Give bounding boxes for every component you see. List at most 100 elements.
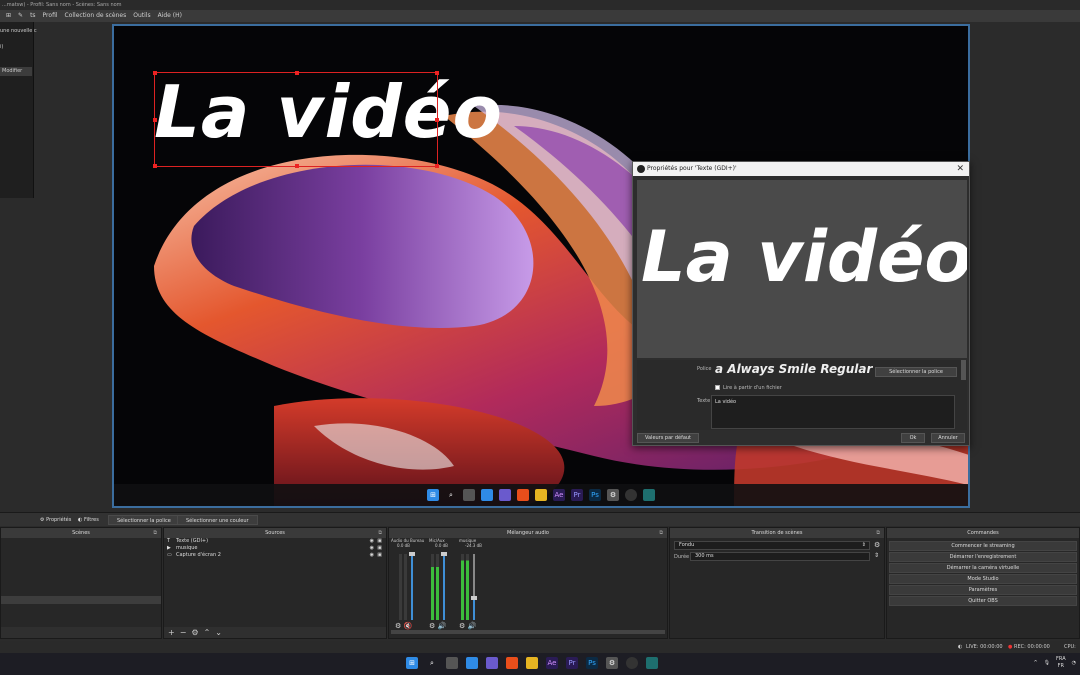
properties-button[interactable]: ⚙ Propriétés bbox=[40, 515, 71, 525]
menu-item-partial[interactable]: ts bbox=[30, 10, 35, 22]
source-item[interactable]: ▶ musique ◉ ▣ bbox=[164, 545, 386, 552]
select-font-button[interactable]: Sélectionner la police bbox=[875, 367, 957, 377]
scene-item-selected[interactable] bbox=[1, 596, 161, 604]
resize-handle[interactable] bbox=[295, 164, 299, 168]
tray-chevron-icon[interactable]: ^ bbox=[1033, 660, 1037, 666]
move-down-icon[interactable]: ⌄ bbox=[215, 628, 222, 637]
search-icon[interactable]: ⌕ bbox=[426, 657, 438, 669]
studio-mode-button[interactable]: Mode Studio bbox=[889, 574, 1077, 584]
resize-handle[interactable] bbox=[435, 118, 439, 122]
eye-icon[interactable]: ◉ bbox=[370, 552, 374, 559]
close-icon[interactable]: ✕ bbox=[956, 162, 964, 176]
muted-speaker-icon[interactable]: 🔇 bbox=[404, 622, 413, 630]
remove-icon[interactable]: − bbox=[180, 628, 187, 637]
photoshop-icon[interactable]: Ps bbox=[586, 657, 598, 669]
scenes-list[interactable] bbox=[1, 538, 161, 638]
undock-icon[interactable]: ⧉ bbox=[876, 528, 880, 538]
lock-icon[interactable]: ▣ bbox=[377, 538, 382, 545]
widgets-icon[interactable] bbox=[466, 657, 478, 669]
resize-handle[interactable] bbox=[153, 164, 157, 168]
cancel-button[interactable]: Annuler bbox=[931, 433, 965, 443]
eye-icon[interactable]: ◉ bbox=[370, 545, 374, 552]
spin-icon[interactable]: ⇕ bbox=[874, 552, 879, 559]
task-view-icon[interactable] bbox=[446, 657, 458, 669]
menu-icon-2[interactable]: ✎ bbox=[18, 10, 23, 22]
gear-icon[interactable]: ⚙ bbox=[191, 628, 198, 637]
mixer-scrollbar[interactable] bbox=[391, 630, 665, 634]
language-indicator[interactable]: FRA FR bbox=[1056, 656, 1066, 670]
select-color-button[interactable]: Sélectionner une couleur bbox=[177, 515, 258, 525]
start-virtual-camera-button[interactable]: Démarrer la caméra virtuelle bbox=[889, 563, 1077, 573]
undock-icon[interactable]: ⧉ bbox=[659, 528, 663, 538]
transition-select[interactable]: Fondu ⇕ bbox=[674, 541, 870, 550]
brave-icon[interactable] bbox=[506, 657, 518, 669]
volume-slider[interactable] bbox=[411, 554, 413, 620]
add-icon[interactable]: + bbox=[168, 628, 175, 637]
source-item[interactable]: T Texte (GDI+) ◉ ▣ bbox=[164, 538, 386, 545]
gear-icon[interactable]: ⚙ bbox=[429, 622, 435, 630]
speaker-icon[interactable]: 🔊 bbox=[438, 622, 447, 630]
eye-icon[interactable]: ◉ bbox=[370, 538, 374, 545]
resize-handle[interactable] bbox=[153, 71, 157, 75]
gear-icon[interactable]: ⚙ bbox=[874, 541, 880, 549]
transitions-dock: Transition de scènes ⧉ Fondu ⇕ ⚙ Durée 300… bbox=[669, 527, 885, 639]
volume-knob[interactable] bbox=[441, 552, 447, 556]
volume-slider[interactable] bbox=[443, 554, 445, 620]
menu-item-scene-collection[interactable]: Collection de scènes bbox=[65, 10, 127, 22]
terminal-icon[interactable] bbox=[646, 657, 658, 669]
gear-icon[interactable]: ⚙ bbox=[395, 622, 401, 630]
start-recording-button[interactable]: Démarrer l'enregistrement bbox=[889, 552, 1077, 562]
resize-handle[interactable] bbox=[295, 71, 299, 75]
scrollbar[interactable] bbox=[961, 360, 966, 380]
after-effects-icon[interactable]: Ae bbox=[546, 657, 558, 669]
duration-input[interactable]: 300 ms bbox=[690, 552, 870, 561]
folder-icon bbox=[535, 489, 547, 501]
duration-label: Durée bbox=[674, 554, 690, 560]
volume-slider[interactable] bbox=[473, 554, 475, 620]
modify-button[interactable]: Modifier bbox=[0, 67, 32, 76]
filters-button[interactable]: ◐ Filtres bbox=[78, 515, 99, 525]
undock-icon[interactable]: ⧉ bbox=[378, 528, 382, 538]
dialog-titlebar: Propriétés pour 'Texte (GDI+)' ✕ bbox=[633, 162, 969, 176]
settings-button[interactable]: Paramètres bbox=[889, 585, 1077, 595]
network-icon[interactable]: ◔ bbox=[1072, 660, 1076, 666]
live-status: LIVE: 00:00:00 bbox=[966, 644, 1003, 650]
windows-start-icon[interactable]: ⊞ bbox=[406, 657, 418, 669]
lock-icon[interactable]: ▣ bbox=[377, 552, 382, 559]
settings-icon[interactable]: ⚙ bbox=[606, 657, 618, 669]
exit-button[interactable]: Quitter OBS bbox=[889, 596, 1077, 606]
speaker-icon[interactable]: 🔊 bbox=[468, 622, 477, 630]
selection-box[interactable] bbox=[153, 71, 439, 168]
lang-top: FRA bbox=[1056, 656, 1066, 662]
resize-handle[interactable] bbox=[435, 164, 439, 168]
gear-icon[interactable]: ⚙ bbox=[459, 622, 465, 630]
microphone-icon[interactable]: 🎙 bbox=[1044, 660, 1050, 666]
resize-handle[interactable] bbox=[153, 118, 157, 122]
task-view-icon bbox=[463, 489, 475, 501]
left-dock-text: une nouvelle c bbox=[0, 28, 37, 34]
toolbar-select-font-button[interactable]: Sélectionner la police bbox=[108, 515, 180, 525]
menu-item-outils[interactable]: Outils bbox=[133, 10, 150, 22]
menu-item-profil[interactable]: Profil bbox=[43, 10, 58, 22]
text-input[interactable]: La vidéo bbox=[711, 395, 955, 429]
obs-icon[interactable] bbox=[626, 657, 638, 669]
start-streaming-button[interactable]: Commencer le streaming bbox=[889, 541, 1077, 551]
volume-knob[interactable] bbox=[471, 596, 477, 600]
read-from-file-checkbox[interactable] bbox=[715, 385, 720, 390]
lock-icon[interactable]: ▣ bbox=[377, 545, 382, 552]
chat-icon[interactable] bbox=[486, 657, 498, 669]
move-up-icon[interactable]: ⌃ bbox=[204, 628, 211, 637]
transition-value: Fondu bbox=[679, 542, 695, 548]
volume-knob[interactable] bbox=[409, 552, 415, 556]
photoshop-icon: Ps bbox=[589, 489, 601, 501]
folder-icon[interactable] bbox=[526, 657, 538, 669]
resize-handle[interactable] bbox=[435, 71, 439, 75]
source-item[interactable]: ▭ Capture d'écran 2 ◉ ▣ bbox=[164, 552, 386, 559]
premiere-icon[interactable]: Pr bbox=[566, 657, 578, 669]
menu-icon-1[interactable]: ⊞ bbox=[6, 10, 11, 22]
menu-item-aide[interactable]: Aide (H) bbox=[158, 10, 182, 22]
sources-title: Sources bbox=[265, 530, 285, 536]
undock-icon[interactable]: ⧉ bbox=[153, 528, 157, 538]
defaults-button[interactable]: Valeurs par défaut bbox=[637, 433, 699, 443]
ok-button[interactable]: Ok bbox=[901, 433, 925, 443]
